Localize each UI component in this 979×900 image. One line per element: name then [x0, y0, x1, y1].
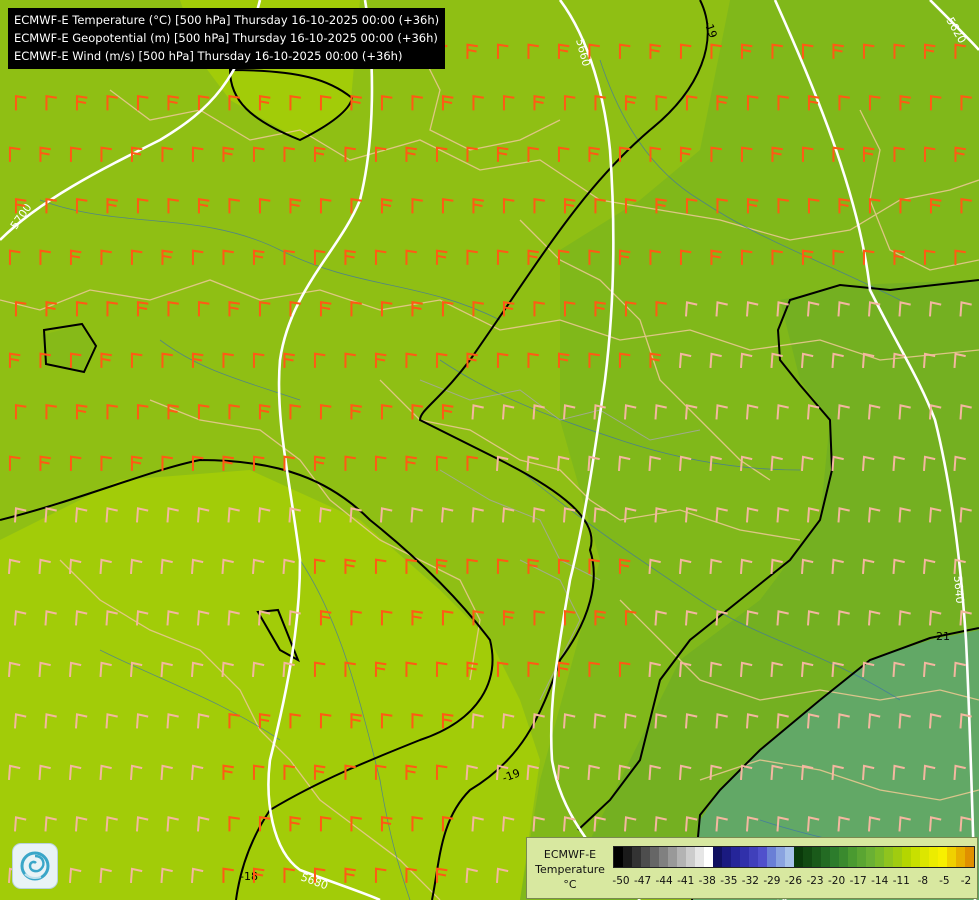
legend-color-swatch — [884, 847, 893, 867]
legend-color-swatch — [929, 847, 938, 867]
geopotential-label: 5640 — [951, 575, 966, 604]
legend-color-swatch — [830, 847, 839, 867]
legend-color-swatch — [956, 847, 965, 867]
weather-map: 5700 5660 5620 5680 5660 5640 -19 -19 -1… — [0, 0, 979, 900]
legend-color-swatch — [650, 847, 659, 867]
legend-color-swatch — [920, 847, 929, 867]
legend-color-swatch — [614, 847, 623, 867]
legend-color-swatch — [758, 847, 767, 867]
legend-tick-label: -50 — [612, 875, 630, 887]
legend-color-swatch — [677, 847, 686, 867]
legend-color-swatch — [911, 847, 920, 867]
legend-tick-label: -17 — [849, 875, 867, 887]
legend-color-swatch — [641, 847, 650, 867]
legend-tick-label: -23 — [806, 875, 824, 887]
legend-color-swatch — [857, 847, 866, 867]
legend-color-swatch — [848, 847, 857, 867]
legend-tick-label: -41 — [677, 875, 695, 887]
legend-unit: °C — [563, 878, 577, 891]
legend-tick-label: -29 — [763, 875, 781, 887]
legend-color-swatch — [704, 847, 713, 867]
legend-color-swatch — [785, 847, 794, 867]
legend-color-swatch — [875, 847, 884, 867]
legend-tick-label: -44 — [655, 875, 673, 887]
title-line-wind: ECMWF-E Wind (m/s) [500 hPa] Thursday 16… — [14, 49, 403, 63]
legend-color-swatch — [749, 847, 758, 867]
map-title-box: ECMWF-E Temperature (°C) [500 hPa] Thurs… — [8, 8, 446, 69]
legend-color-swatch — [767, 847, 776, 867]
legend-color-swatch — [632, 847, 641, 867]
legend-color-swatch — [902, 847, 911, 867]
legend-tick-label: -8 — [917, 875, 929, 887]
legend-color-swatch — [821, 847, 830, 867]
legend-color-swatch — [839, 847, 848, 867]
legend-color-swatch — [659, 847, 668, 867]
legend-title-variable: Temperature — [535, 863, 605, 876]
legend-color-swatch — [740, 847, 749, 867]
legend-tick-label: -2 — [960, 875, 972, 887]
legend-color-swatch — [938, 847, 947, 867]
title-line-temperature: ECMWF-E Temperature (°C) [500 hPa] Thurs… — [14, 13, 440, 27]
temperature-legend: ECMWF-E Temperature °C -50 -47 -44 -41 -38 -3… — [526, 837, 978, 899]
legend-color-swatch — [722, 847, 731, 867]
legend-color-swatch — [803, 847, 812, 867]
legend-color-swatch — [965, 847, 974, 867]
legend-tick-label: -35 — [720, 875, 738, 887]
legend-tick-label: -20 — [828, 875, 846, 887]
legend-color-swatch — [776, 847, 785, 867]
legend-color-swatch — [713, 847, 722, 867]
isotherm-label: -21 — [932, 630, 950, 643]
legend-color-swatch — [794, 847, 803, 867]
title-line-geopotential: ECMWF-E Geopotential (m) [500 hPa] Thurs… — [14, 31, 438, 45]
legend-color-swatch — [866, 847, 875, 867]
legend-tick-labels: -50 -47 -44 -41 -38 -35 -32 -29 -26 -23 -20 -17 -14-… — [612, 875, 975, 891]
legend-tick-label: -47 — [633, 875, 652, 887]
legend-tick-label: -38 — [698, 875, 716, 887]
legend-tick-label: -14 — [871, 875, 889, 887]
legend-color-swatch — [623, 847, 632, 867]
legend-color-swatch — [686, 847, 695, 867]
legend-title-model: ECMWF-E — [543, 848, 597, 861]
legend-color-bar — [613, 846, 975, 868]
legend-color-swatch — [893, 847, 902, 867]
legend-title: ECMWF-E Temperature °C — [531, 847, 609, 892]
legend-tick-label: -11 — [892, 875, 910, 887]
legend-color-swatch — [731, 847, 740, 867]
legend-color-swatch — [695, 847, 704, 867]
ecmwf-swirl-icon[interactable] — [12, 843, 58, 889]
legend-color-swatch — [668, 847, 677, 867]
legend-color-swatch — [812, 847, 821, 867]
isotherm-label: -18 — [240, 870, 258, 883]
legend-color-swatch — [947, 847, 956, 867]
legend-tick-label: -5 — [939, 875, 950, 887]
legend-tick-label: -32 — [741, 875, 759, 887]
legend-tick-label: -26 — [784, 875, 803, 887]
